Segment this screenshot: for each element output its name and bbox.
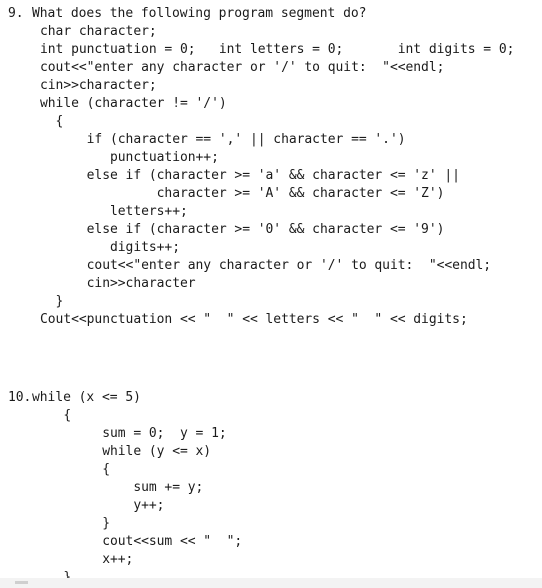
document-page: 9. What does the following program segmen… xyxy=(0,0,542,588)
code-line: sum += y; xyxy=(40,480,204,495)
question-9-prompt: What does the following program segment … xyxy=(32,6,367,21)
code-line: int punctuation = 0; int letters = 0; in… xyxy=(40,42,515,57)
code-line: else if (character >= 'a' && character <… xyxy=(40,168,460,183)
code-line: cout<<"enter any character or '/' to qui… xyxy=(40,258,492,273)
code-line: { xyxy=(40,114,64,129)
question-10-prompt: while (x <= 5) xyxy=(32,390,141,405)
page-footer-mark xyxy=(15,581,28,584)
code-line: cout<<"enter any character or '/' to qui… xyxy=(40,60,445,75)
code-line: x++; xyxy=(40,552,134,567)
question-block-9: 9. What does the following program segmen… xyxy=(0,5,542,329)
page-footer-band xyxy=(0,578,542,588)
code-line: digits++; xyxy=(40,240,180,255)
question-9-heading: 9. What does the following program segmen… xyxy=(0,5,542,23)
code-line: { xyxy=(40,408,72,423)
code-line: cout<<sum << " "; xyxy=(40,534,243,549)
code-line: letters++; xyxy=(40,204,188,219)
code-line: char character; xyxy=(40,24,157,39)
code-line: punctuation++; xyxy=(40,150,219,165)
code-line: while (character != '/') xyxy=(40,96,227,111)
code-line: if (character == ',' || character == '.'… xyxy=(40,132,406,147)
code-line: } xyxy=(40,294,64,309)
question-block-10: 10.while (x <= 5) { sum = 0; y = 1; whil… xyxy=(0,389,542,587)
question-10-heading: 10.while (x <= 5) xyxy=(0,389,542,407)
code-line: Cout<<punctuation << " " << letters << "… xyxy=(40,312,468,327)
code-line: cin>>character; xyxy=(40,78,157,93)
code-line: y++; xyxy=(40,498,165,513)
code-line: cin>>character xyxy=(40,276,196,291)
code-line: character >= 'A' && character <= 'Z') xyxy=(40,186,445,201)
code-line: sum = 0; y = 1; xyxy=(40,426,227,441)
code-line: while (y <= x) xyxy=(40,444,212,459)
question-10-number: 10. xyxy=(8,390,32,405)
question-9-number: 9. xyxy=(8,6,24,21)
code-line: { xyxy=(40,462,110,477)
code-line: else if (character >= '0' && character <… xyxy=(40,222,445,237)
code-line: } xyxy=(40,516,110,531)
